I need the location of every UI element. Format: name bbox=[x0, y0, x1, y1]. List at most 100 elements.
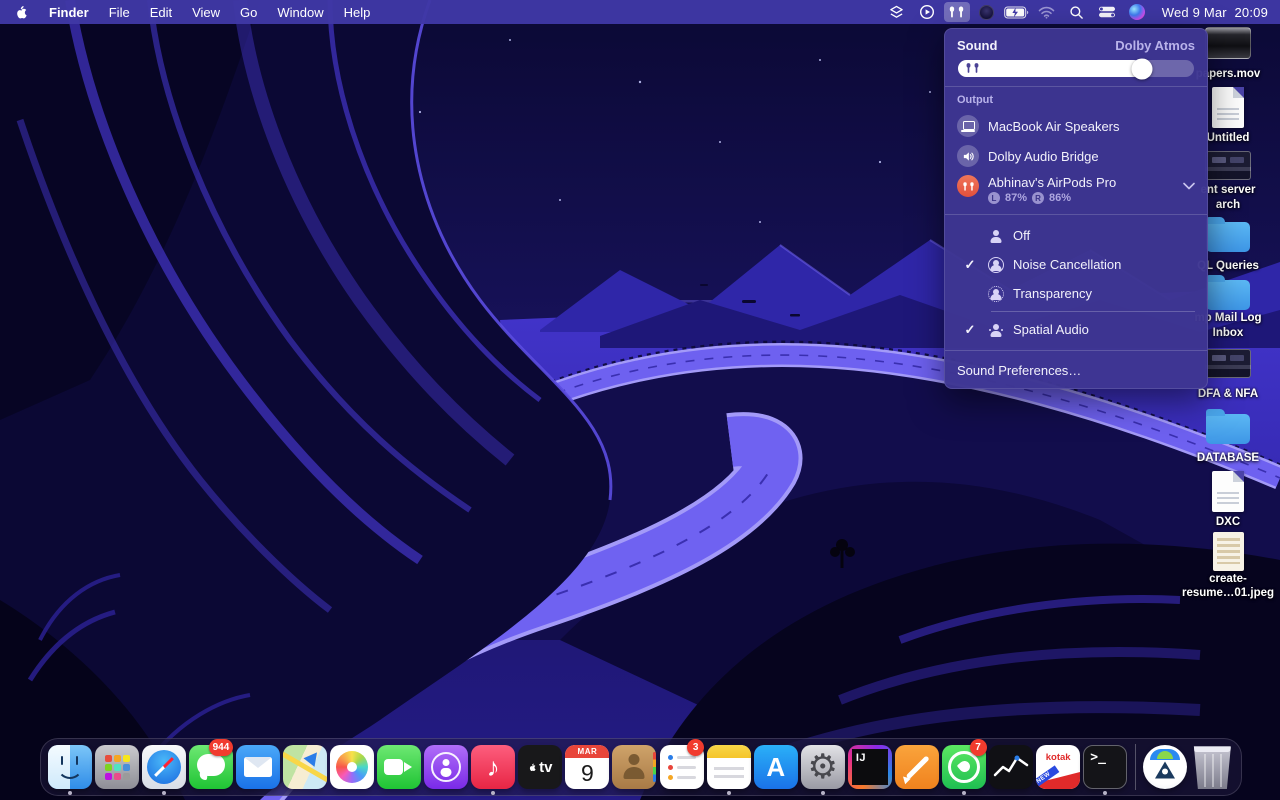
output-section-header: Output bbox=[957, 94, 994, 106]
trash-icon bbox=[1193, 746, 1231, 789]
mode-off[interactable]: Off bbox=[957, 221, 1195, 250]
kotak-icon: kotak NEW bbox=[1036, 745, 1081, 789]
dock-intellij-idea[interactable]: IJ bbox=[846, 738, 893, 796]
apple-tv-icon: tv bbox=[518, 745, 563, 789]
folder-icon bbox=[1206, 217, 1250, 252]
apple-logo-icon bbox=[17, 5, 27, 18]
siri-icon[interactable] bbox=[1124, 2, 1150, 22]
divider bbox=[945, 350, 1207, 351]
dock-facetime[interactable] bbox=[376, 738, 423, 796]
dock-calendar[interactable]: MAR 9 bbox=[564, 738, 611, 796]
layers-icon[interactable] bbox=[884, 2, 910, 22]
desktop-item-database[interactable]: DATABASE bbox=[1176, 404, 1280, 468]
terminal-icon: >_ bbox=[1083, 745, 1128, 789]
dock-kite[interactable] bbox=[893, 738, 940, 796]
stocks-icon bbox=[989, 745, 1034, 789]
volume-slider[interactable] bbox=[958, 58, 1194, 79]
airpods-battery-status: L 87% R 86% bbox=[988, 192, 1174, 204]
dock-system-preferences[interactable]: ⚙ bbox=[799, 738, 846, 796]
dock-tv[interactable]: tv bbox=[517, 738, 564, 796]
dock-launchpad[interactable] bbox=[93, 738, 140, 796]
dock-terminal[interactable]: >_ bbox=[1082, 738, 1129, 796]
menu-window[interactable]: Window bbox=[267, 0, 333, 24]
podcasts-icon bbox=[424, 745, 469, 789]
messages-badge: 944 bbox=[208, 739, 234, 756]
apple-menu[interactable] bbox=[0, 0, 39, 24]
dock-contacts[interactable] bbox=[611, 738, 658, 796]
mode-transparency[interactable]: Transparency bbox=[957, 279, 1195, 308]
spotlight-search-icon[interactable] bbox=[1064, 2, 1090, 22]
battery-charging-icon[interactable] bbox=[1003, 2, 1030, 22]
music-icon: ♪ bbox=[471, 745, 516, 789]
dock-stocks[interactable] bbox=[988, 738, 1035, 796]
menu-finder[interactable]: Finder bbox=[39, 0, 99, 24]
app-store-icon: A bbox=[753, 745, 798, 789]
checkmark-icon: ✓ bbox=[964, 321, 976, 337]
mode-noise-cancellation[interactable]: ✓ Noise Cancellation bbox=[957, 250, 1195, 279]
menu-file[interactable]: File bbox=[99, 0, 140, 24]
dock-messages[interactable]: 944 bbox=[187, 738, 234, 796]
dock-downloads[interactable] bbox=[1142, 738, 1189, 796]
divider bbox=[945, 86, 1207, 87]
dock-reminders[interactable]: 3 bbox=[658, 738, 705, 796]
dock-photos[interactable] bbox=[328, 738, 375, 796]
dock-kotak[interactable]: kotak NEW bbox=[1035, 738, 1082, 796]
mail-icon bbox=[235, 745, 280, 789]
image-file-icon bbox=[1212, 532, 1244, 571]
desktop-item-dxc[interactable]: DXC bbox=[1176, 468, 1280, 532]
menu-bar: Finder File Edit View Go Window Help Wed… bbox=[0, 0, 1280, 24]
output-device-airpods[interactable]: Abhinav's AirPods Pro L 87% R 86% bbox=[957, 171, 1195, 208]
now-playing-icon[interactable] bbox=[914, 2, 940, 22]
dock-maps[interactable] bbox=[281, 738, 328, 796]
launchpad-icon bbox=[94, 745, 139, 789]
desktop-item-create-resume-jpeg[interactable]: create- resume…01.jpeg bbox=[1176, 532, 1280, 599]
mode-spatial-audio[interactable]: ✓ Spatial Audio bbox=[957, 315, 1195, 344]
laptop-icon bbox=[957, 115, 979, 137]
folder-icon bbox=[1206, 409, 1250, 444]
folder-icon bbox=[1206, 275, 1250, 311]
screenshot-file-icon bbox=[1205, 150, 1251, 180]
movie-file-icon bbox=[1205, 27, 1251, 59]
dolby-atmos-label: Dolby Atmos bbox=[1115, 38, 1195, 53]
photos-icon bbox=[330, 745, 374, 789]
volume-slider-fill bbox=[958, 60, 1143, 77]
intellij-idea-icon: IJ bbox=[847, 745, 892, 789]
dock-safari[interactable] bbox=[140, 738, 187, 796]
kite-trading-icon bbox=[894, 745, 939, 789]
output-device-dolby-bridge[interactable]: Dolby Audio Bridge bbox=[957, 141, 1195, 171]
dock-whatsapp[interactable]: 7 bbox=[940, 738, 987, 796]
output-device-macbook-speakers[interactable]: MacBook Air Speakers bbox=[957, 111, 1195, 141]
dock-trash[interactable] bbox=[1189, 738, 1236, 796]
document-file-icon bbox=[1212, 470, 1244, 512]
dock-podcasts[interactable] bbox=[423, 738, 470, 796]
sound-panel-title: Sound bbox=[957, 38, 998, 53]
menu-view[interactable]: View bbox=[182, 0, 230, 24]
menu-help[interactable]: Help bbox=[334, 0, 381, 24]
volume-slider-knob[interactable] bbox=[1131, 58, 1153, 79]
airpods-menu-icon[interactable] bbox=[943, 2, 970, 22]
whatsapp-badge: 7 bbox=[969, 739, 987, 756]
airpods-slider-icon bbox=[965, 62, 980, 77]
reminders-badge: 3 bbox=[687, 739, 705, 756]
divider bbox=[991, 311, 1195, 312]
sound-preferences-item[interactable]: Sound Preferences… bbox=[957, 357, 1195, 378]
menu-edit[interactable]: Edit bbox=[140, 0, 182, 24]
notes-icon bbox=[706, 745, 751, 789]
dark-app-icon[interactable] bbox=[974, 2, 1000, 22]
wifi-icon[interactable] bbox=[1034, 2, 1060, 22]
finder-icon bbox=[47, 745, 92, 789]
person-dotted-icon bbox=[983, 285, 1009, 302]
contacts-icon bbox=[612, 745, 657, 789]
dock-mail[interactable] bbox=[234, 738, 281, 796]
person-circle-icon bbox=[983, 256, 1009, 273]
menu-bar-clock[interactable]: Wed 9 Mar 20:09 bbox=[1162, 5, 1268, 20]
facetime-icon bbox=[377, 745, 422, 789]
downloads-stack-icon bbox=[1143, 745, 1188, 789]
menu-go[interactable]: Go bbox=[230, 0, 267, 24]
control-center-icon[interactable] bbox=[1094, 2, 1120, 22]
dock-app-store[interactable]: A bbox=[752, 738, 799, 796]
dock-music[interactable]: ♪ bbox=[470, 738, 517, 796]
dock-notes[interactable] bbox=[705, 738, 752, 796]
chevron-down-icon[interactable] bbox=[1183, 175, 1195, 193]
dock-finder[interactable] bbox=[46, 738, 93, 796]
